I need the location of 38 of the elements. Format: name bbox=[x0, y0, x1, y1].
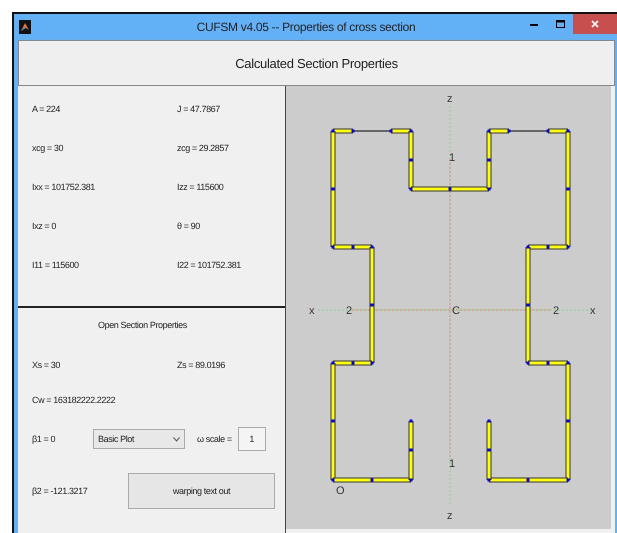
property-value: Zs = 89.0196 bbox=[177, 360, 225, 370]
property-value: Ixx = 101752.381 bbox=[32, 182, 96, 192]
scale-label: ω scale = bbox=[197, 434, 232, 444]
property-value: I22 = 101752.381 bbox=[177, 260, 242, 270]
property-value: θ = 90 bbox=[177, 221, 201, 231]
close-icon bbox=[591, 20, 599, 28]
property-value: β1 = 0 bbox=[32, 434, 56, 444]
warping-text-out-button[interactable]: warping text out bbox=[128, 473, 275, 509]
maximize-icon bbox=[556, 20, 564, 28]
origin-label: O bbox=[336, 485, 345, 497]
axis-label: z bbox=[447, 510, 452, 522]
dropdown-caret-icon bbox=[173, 436, 180, 442]
property-value: xcg = 30 bbox=[32, 143, 64, 153]
property-value: Cw = 163182222.2222 bbox=[32, 395, 116, 405]
property-value: J = 47.7867 bbox=[177, 104, 221, 114]
property-value: Izz = 115600 bbox=[177, 182, 224, 192]
property-value: Ixz = 0 bbox=[32, 221, 57, 231]
axis-label: 2 bbox=[346, 305, 352, 317]
property-value: β2 = -121.3217 bbox=[32, 486, 88, 496]
property-value: zcg = 29.2857 bbox=[177, 143, 230, 153]
axis-label: x bbox=[309, 305, 314, 317]
axis-label: 1 bbox=[449, 152, 456, 164]
property-value: Xs = 30 bbox=[32, 360, 61, 370]
axis-label: 1 bbox=[449, 458, 456, 470]
axis-label: 2 bbox=[553, 305, 560, 317]
property-value: A = 224 bbox=[32, 104, 62, 114]
minimize-icon bbox=[530, 22, 538, 26]
close-button[interactable] bbox=[573, 14, 617, 34]
centroid-label: C bbox=[452, 305, 460, 317]
axis-label: x bbox=[590, 305, 596, 317]
scale-input-field[interactable]: 1 bbox=[238, 427, 266, 451]
axis-label: z bbox=[447, 93, 452, 105]
panel-heading: Calculated Section Properties bbox=[235, 56, 398, 70]
plot-dropdown[interactable]: Basic Plot bbox=[93, 429, 185, 449]
property-value: I11 = 115600 bbox=[32, 260, 80, 270]
window-title: CUFSM v4.05 -- Properties of cross section bbox=[196, 20, 416, 34]
app-icon bbox=[19, 20, 31, 34]
panel-heading: Open Section Properties bbox=[98, 320, 188, 330]
